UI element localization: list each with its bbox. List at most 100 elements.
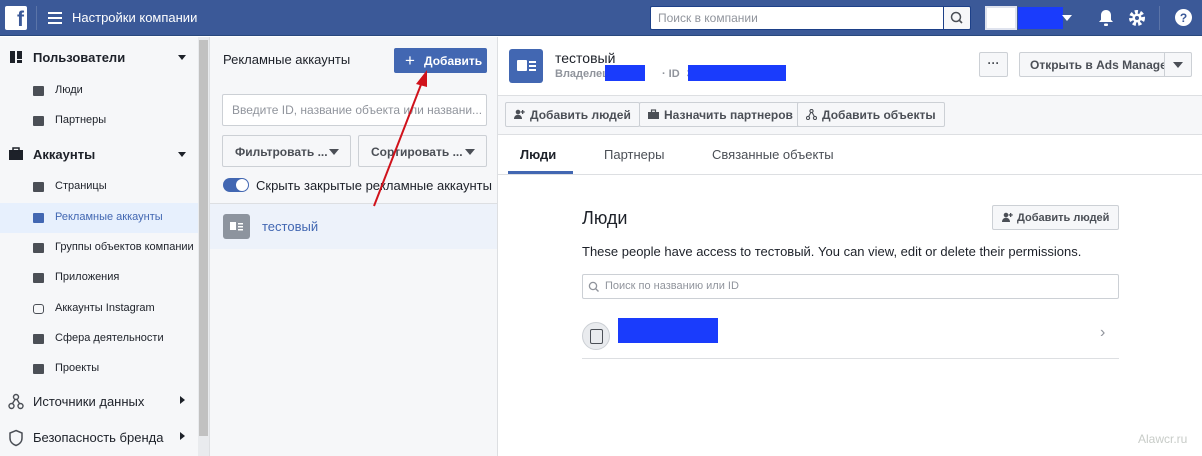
briefcase-icon [9,147,23,160]
more-options-button[interactable]: ··· [979,52,1008,77]
instagram-icon [33,304,44,314]
open-in-ads-manager-button[interactable]: Открыть в Ads Manager [1019,52,1171,77]
top-bar: f Настройки компании Поиск в компании ? [0,0,1202,36]
ad-account-search-input[interactable]: Введите ID, название объекта или названи… [222,94,487,126]
business-avatar[interactable] [985,6,1017,30]
chevron-down-icon [329,149,339,155]
chevron-right-icon [180,432,185,440]
sidebar: Пользователи Люди Партнеры Аккаунты Стра… [0,37,210,456]
chevron-down-icon [178,55,186,60]
owner-label: Владелец [555,68,609,80]
add-button-label: Добавить [424,54,483,68]
facebook-logo-icon[interactable]: f [5,6,27,31]
ad-account-row[interactable]: тестовый [210,203,497,249]
person-icon [33,86,44,96]
chevron-right-icon [180,396,185,404]
plus-icon: + [405,51,415,70]
gear-icon[interactable] [1127,8,1147,28]
sidebar-section-brand-safety[interactable]: Безопасность бренда [0,423,198,455]
sidebar-item-pages[interactable]: Страницы [0,172,198,202]
hide-closed-toggle[interactable] [223,178,249,192]
id-label: · ID [661,68,680,80]
filter-dropdown[interactable]: Фильтровать ... [222,135,351,167]
sidebar-item-label: Люди [55,84,83,96]
search-icon [588,281,599,292]
assign-partners-button[interactable]: Назначить партнеров [639,102,802,127]
ad-account-icon [509,49,543,83]
redacted-id [688,65,786,81]
list-item[interactable]: › [582,313,1119,359]
add-people-button-secondary[interactable]: Добавить людей [992,205,1119,230]
details-header: тестовый Владелец · ID 37 ··· Открыть в … [498,37,1202,95]
sidebar-item-label: Проекты [55,362,100,374]
sidebar-section-data-sources[interactable]: Источники данных [0,387,198,419]
add-person-icon [514,109,525,119]
person-avatar-icon [582,322,610,350]
ad-account-details: тестовый Владелец · ID 37 ··· Открыть в … [498,37,1202,456]
data-sources-icon [8,393,24,410]
scrollbar-thumb[interactable] [199,40,208,436]
sidebar-item-asset-groups[interactable]: Группы объектов компании [0,233,198,263]
flag-icon [33,182,44,192]
svg-text:?: ? [1180,11,1187,25]
add-people-button[interactable]: Добавить людей [505,102,640,127]
briefcase-icon [648,109,659,119]
sidebar-item-label: Рекламные аккаунты [55,211,163,223]
bell-icon[interactable] [1097,8,1115,28]
sidebar-item-projects[interactable]: Проекты [0,354,198,384]
sidebar-section-label: Пользователи [33,50,126,65]
page-title: Настройки компании [72,10,198,25]
panel-title: Рекламные аккаунты [223,52,351,67]
search-button[interactable] [944,6,971,30]
ad-account-icon [223,214,250,239]
sidebar-item-apps[interactable]: Приложения [0,263,198,293]
assign-partners-label: Назначить партнеров [664,108,793,122]
divider [1159,6,1160,30]
sidebar-item-partners[interactable]: Партнеры [0,106,198,136]
sidebar-item-instagram[interactable]: Аккаунты Instagram [0,294,198,324]
people-search-input[interactable]: Поиск по названию или ID [582,274,1119,299]
sidebar-item-people[interactable]: Люди [0,76,198,106]
divider [36,6,37,30]
add-person-icon [1002,212,1013,222]
people-section-title: Люди [582,208,628,228]
search-icon [950,11,963,24]
watermark: Alawcr.ru [1138,432,1188,446]
help-icon[interactable]: ? [1174,8,1193,27]
hide-closed-label: Скрыть закрытые рекламные аккаунты [256,178,492,193]
add-button[interactable]: + Добавить [394,48,487,73]
sidebar-section-label: Безопасность бренда [33,430,164,445]
sidebar-item-label: Партнеры [55,114,107,126]
sort-label: Сортировать ... [371,145,463,159]
tab-partners[interactable]: Партнеры [604,147,664,162]
sidebar-item-label: Группы объектов компании [55,241,194,253]
company-search-input[interactable]: Поиск в компании [650,6,944,30]
chevron-down-icon[interactable] [1062,15,1072,21]
sidebar-section-users[interactable]: Пользователи [0,43,198,73]
details-tabs: Люди Партнеры Связанные объекты [498,135,1202,175]
menu-icon[interactable] [48,12,62,24]
tab-connected-assets[interactable]: Связанные объекты [712,147,834,162]
details-title: тестовый [555,50,616,66]
sidebar-section-label: Аккаунты [33,147,96,162]
briefcase-icon [33,334,44,344]
sidebar-item-label: Аккаунты Instagram [55,302,155,314]
add-assets-label: Добавить объекты [822,108,936,122]
sidebar-section-accounts[interactable]: Аккаунты [0,140,198,170]
sidebar-item-label: Приложения [55,271,120,283]
chevron-down-icon [465,149,475,155]
chevron-down-icon [1173,62,1183,68]
chevron-right-icon[interactable]: › [1100,324,1105,342]
sidebar-item-lines-of-business[interactable]: Сфера деятельности [0,324,198,354]
ads-manager-dropdown-button[interactable] [1164,52,1192,77]
active-tab-indicator [508,171,573,174]
chevron-down-icon [178,152,186,157]
shield-icon [9,429,23,447]
add-people-label: Добавить людей [530,108,631,122]
sort-dropdown[interactable]: Сортировать ... [358,135,487,167]
sidebar-item-ad-accounts[interactable]: Рекламные аккаунты [0,203,198,233]
add-assets-button[interactable]: Добавить объекты [797,102,945,127]
folder-icon [33,243,44,253]
tab-people[interactable]: Люди [520,147,556,162]
actions-bar: Добавить людей Назначить партнеров Добав… [498,95,1202,135]
